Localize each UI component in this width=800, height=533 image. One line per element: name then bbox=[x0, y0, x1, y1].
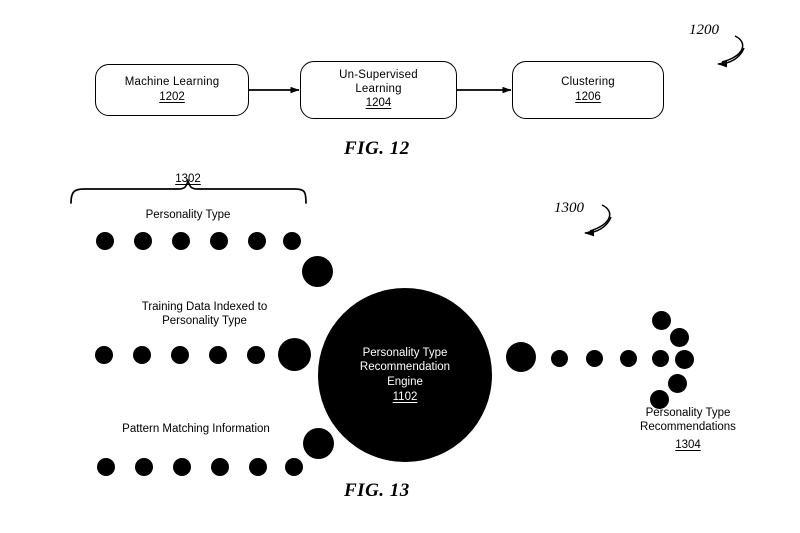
bracket-label-1302: 1302 bbox=[175, 173, 201, 185]
ref-pointer-1300-tail bbox=[589, 204, 611, 232]
input-group-label-personality-type: Personality Type bbox=[145, 209, 231, 221]
ref-pointer-1300-arrow bbox=[584, 216, 612, 237]
flow-box-machine-learning[interactable]: Machine Learning 1202 bbox=[95, 64, 249, 116]
node-dot bbox=[249, 458, 267, 476]
flow-box-label: Clustering bbox=[561, 75, 615, 88]
input-group-label-training-data: Training Data Indexed to Personality Typ… bbox=[141, 301, 268, 328]
output-number-1304: 1304 bbox=[675, 439, 701, 451]
figure-caption-13: FIG. 13 bbox=[344, 480, 410, 501]
ref-pointer-1200-tail bbox=[721, 35, 744, 63]
output-label-recommendations: Personality Type Recommendations bbox=[640, 407, 736, 434]
node-dot bbox=[285, 458, 303, 476]
flow-box-number: 1204 bbox=[365, 97, 392, 110]
node-dot bbox=[670, 328, 689, 347]
node-dot bbox=[211, 458, 229, 476]
node-dot-large bbox=[506, 342, 536, 372]
flow-box-number: 1206 bbox=[575, 90, 601, 103]
node-dot bbox=[248, 232, 266, 250]
flow-box-unsupervised-learning[interactable]: Un-Supervised Learning 1204 bbox=[300, 61, 457, 119]
node-dot bbox=[551, 350, 568, 367]
node-dot bbox=[675, 350, 694, 369]
recommendation-engine-node[interactable]: Personality Type Recommendation Engine 1… bbox=[318, 288, 492, 462]
node-dot bbox=[652, 311, 671, 330]
node-dot-large bbox=[278, 338, 311, 371]
node-dot bbox=[210, 232, 228, 250]
node-dot bbox=[586, 350, 603, 367]
node-dot bbox=[620, 350, 637, 367]
node-dot bbox=[135, 458, 153, 476]
node-dot bbox=[668, 374, 687, 393]
node-dot bbox=[172, 232, 190, 250]
input-group-label-pattern-matching: Pattern Matching Information bbox=[122, 423, 270, 435]
node-dot bbox=[97, 458, 115, 476]
node-dot-large bbox=[303, 428, 334, 459]
node-dot bbox=[134, 232, 152, 250]
node-dot bbox=[247, 346, 265, 364]
node-dot bbox=[209, 346, 227, 364]
ref-label-1300: 1300 bbox=[554, 200, 584, 216]
flow-box-clustering[interactable]: Clustering 1206 bbox=[512, 61, 664, 119]
node-dot bbox=[96, 232, 114, 250]
node-dot bbox=[173, 458, 191, 476]
engine-number: 1102 bbox=[392, 390, 418, 403]
node-dot bbox=[95, 346, 113, 364]
node-dot bbox=[652, 350, 669, 367]
flow-box-label: Un-Supervised Learning bbox=[339, 69, 418, 95]
node-dot bbox=[133, 346, 151, 364]
node-dot-large bbox=[302, 256, 333, 287]
node-dot bbox=[171, 346, 189, 364]
node-dot bbox=[283, 232, 301, 250]
engine-label: Personality Type Recommendation Engine bbox=[359, 347, 451, 388]
flow-box-label: Machine Learning bbox=[124, 75, 220, 88]
flow-box-number: 1202 bbox=[159, 90, 185, 103]
ref-label-1200: 1200 bbox=[689, 22, 719, 38]
figure-caption-12: FIG. 12 bbox=[344, 138, 410, 159]
